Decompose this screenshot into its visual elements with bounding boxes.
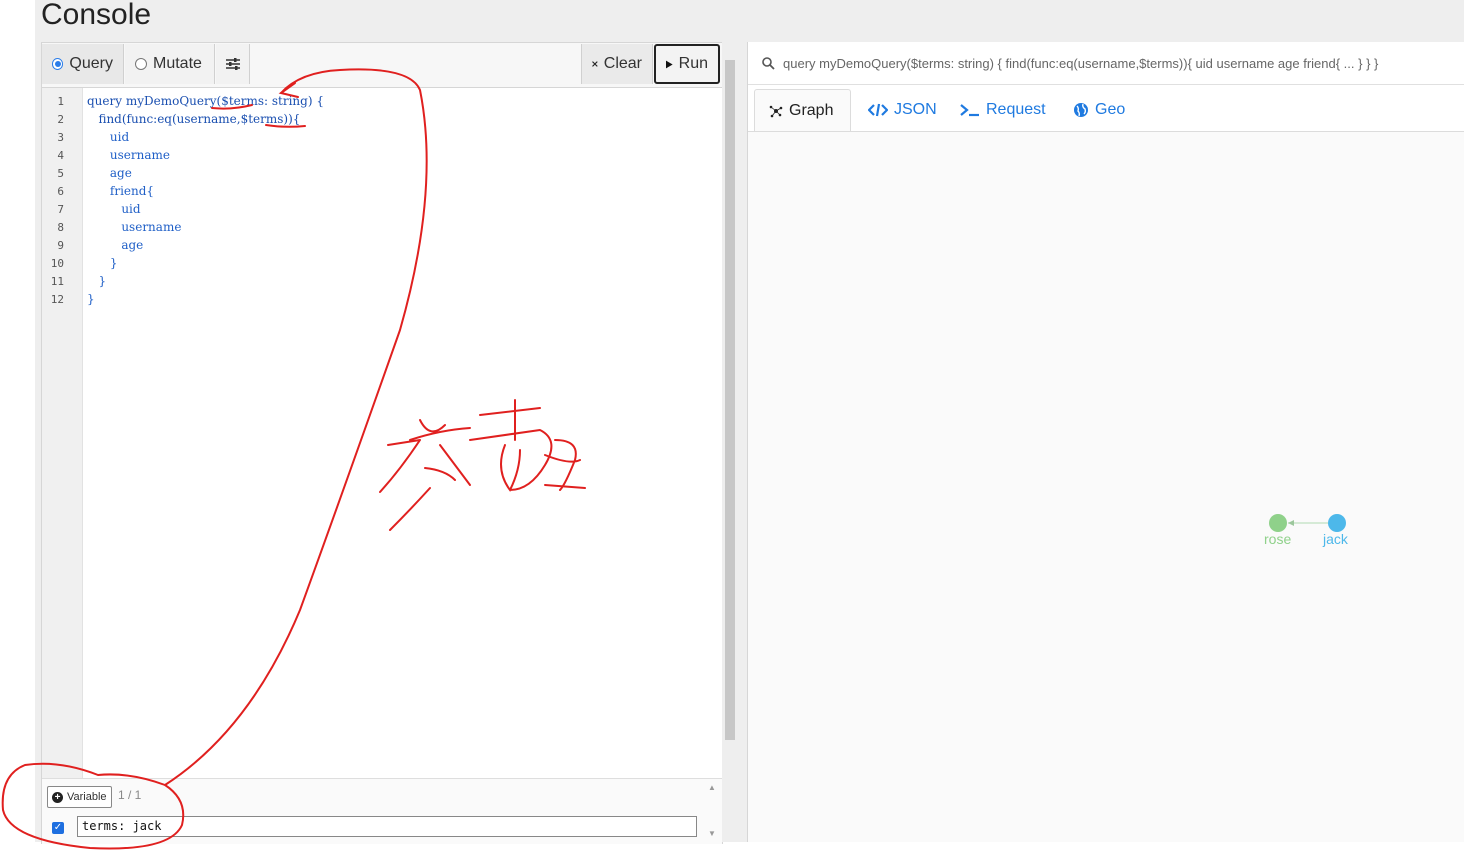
scrollbar-thumb[interactable] bbox=[725, 60, 735, 740]
line-number: 8 bbox=[57, 221, 64, 234]
variable-input[interactable]: terms: jack bbox=[77, 816, 697, 837]
tab-geo-label: Geo bbox=[1095, 101, 1126, 118]
query-editor-panel: Query Mutate Clear Run 1 2 3 4 5 6 7 8 9… bbox=[41, 42, 723, 844]
scroll-up-icon: ▲ bbox=[708, 783, 716, 792]
mutate-mode-radio[interactable]: Mutate bbox=[125, 44, 215, 84]
code-icon bbox=[868, 103, 888, 117]
tab-request[interactable]: Request bbox=[946, 89, 1060, 131]
query-mode-radio[interactable]: Query bbox=[42, 44, 124, 84]
line-number: 10 bbox=[50, 257, 64, 270]
edge-arrow-icon bbox=[1288, 520, 1294, 526]
close-icon bbox=[592, 61, 598, 67]
tab-graph-label: Graph bbox=[789, 101, 834, 119]
settings-button[interactable] bbox=[216, 44, 250, 84]
result-tabs: Graph JSON Request Geo bbox=[748, 85, 1464, 132]
run-label: Run bbox=[678, 55, 708, 72]
page-title: Console bbox=[41, 0, 152, 31]
line-number: 2 bbox=[57, 113, 64, 126]
variables-scrollbar[interactable]: ▲ ▼ bbox=[704, 779, 720, 844]
mutate-mode-label: Mutate bbox=[153, 55, 202, 72]
code-line: query myDemoQuery($terms: string) { bbox=[87, 94, 324, 108]
radio-selected-icon bbox=[52, 58, 64, 70]
line-number-gutter: 1 2 3 4 5 6 7 8 9 10 11 12 bbox=[42, 88, 83, 778]
graph-node-label-rose: rose bbox=[1264, 531, 1292, 547]
clear-button[interactable]: Clear bbox=[581, 44, 653, 84]
line-number: 11 bbox=[50, 275, 64, 288]
variables-panel: + Variable 1 / 1 ✓ terms: jack ▲ ▼ bbox=[42, 778, 722, 844]
code-line: } bbox=[87, 292, 95, 306]
query-mode-label: Query bbox=[69, 55, 113, 72]
graph-edges bbox=[1288, 520, 1328, 526]
code-line: friend{ bbox=[87, 184, 155, 198]
run-button[interactable]: Run bbox=[654, 44, 720, 84]
code-line: age bbox=[87, 238, 144, 252]
tab-geo[interactable]: Geo bbox=[1059, 89, 1139, 131]
code-line: age bbox=[87, 166, 132, 180]
editor-toolbar: Query Mutate Clear Run bbox=[42, 43, 722, 88]
code-line: } bbox=[87, 256, 118, 270]
play-icon bbox=[666, 60, 673, 68]
editor-scrollbar[interactable] bbox=[722, 42, 738, 842]
line-number: 9 bbox=[57, 239, 64, 252]
scroll-down-icon: ▼ bbox=[708, 829, 716, 838]
tab-json-label: JSON bbox=[894, 101, 937, 118]
code-line: username bbox=[87, 220, 182, 234]
globe-icon bbox=[1074, 103, 1088, 117]
tab-request-label: Request bbox=[986, 101, 1046, 118]
graph-node-jack[interactable] bbox=[1328, 514, 1346, 532]
graph-canvas[interactable]: rose jack bbox=[748, 132, 1464, 842]
line-number: 12 bbox=[50, 293, 64, 306]
line-number: 3 bbox=[57, 131, 64, 144]
code-line: uid bbox=[87, 130, 130, 144]
query-summary-text: query myDemoQuery($terms: string) { find… bbox=[783, 55, 1379, 71]
code-line: find(func:eq(username,$terms)){ bbox=[87, 112, 301, 126]
variable-count: 1 / 1 bbox=[118, 788, 142, 802]
terminal-icon bbox=[960, 104, 979, 117]
result-panel: query myDemoQuery($terms: string) { find… bbox=[747, 42, 1464, 842]
query-summary-bar: query myDemoQuery($terms: string) { find… bbox=[748, 42, 1464, 85]
graph-node-rose[interactable] bbox=[1269, 514, 1287, 532]
variable-enabled-checkbox[interactable]: ✓ bbox=[52, 822, 64, 834]
line-number: 7 bbox=[57, 203, 64, 216]
clear-label: Clear bbox=[603, 55, 642, 72]
line-number: 5 bbox=[57, 167, 64, 180]
search-icon bbox=[762, 56, 775, 70]
code-line: username bbox=[87, 148, 170, 162]
line-number: 4 bbox=[57, 149, 64, 162]
graph-node-label-jack: jack bbox=[1323, 531, 1348, 547]
plus-circle-icon: + bbox=[52, 791, 63, 803]
line-number: 6 bbox=[57, 185, 64, 198]
tab-graph[interactable]: Graph bbox=[754, 89, 851, 131]
add-variable-label: Variable bbox=[67, 791, 107, 803]
code-line: } bbox=[87, 274, 107, 288]
tab-json[interactable]: JSON bbox=[854, 89, 951, 131]
sliders-icon bbox=[225, 58, 240, 70]
add-variable-button[interactable]: + Variable bbox=[47, 786, 112, 808]
line-number: 1 bbox=[57, 95, 64, 108]
radio-unselected-icon bbox=[135, 58, 147, 70]
graph-icon bbox=[769, 105, 783, 117]
code-line: uid bbox=[87, 202, 141, 216]
